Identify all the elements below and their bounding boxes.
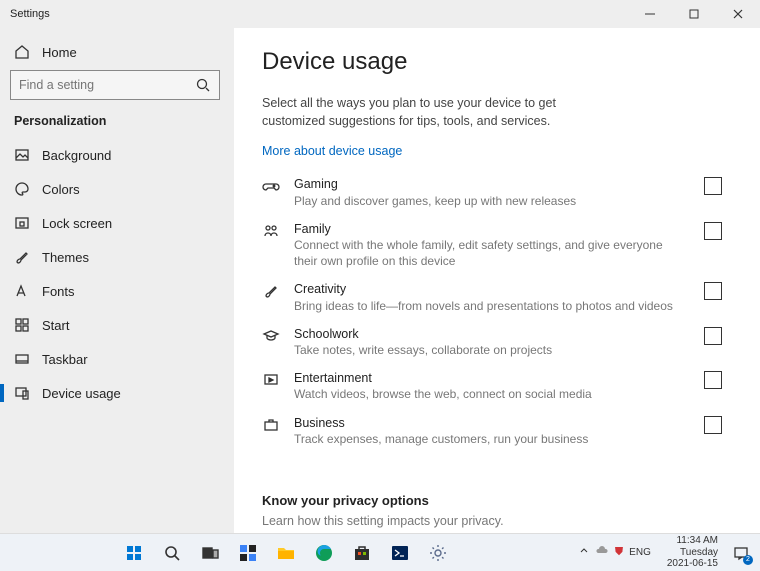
home-icon [14,44,30,60]
powershell-button[interactable] [383,538,417,568]
image-icon [14,147,30,163]
sidebar-item-label: Themes [42,250,89,265]
titlebar: Settings [0,0,760,28]
option-sub: Play and discover games, keep up with ne… [294,193,680,209]
option-business: BusinessTrack expenses, manage customers… [262,415,722,447]
sidebar-item-label: Background [42,148,111,163]
usage-options: GamingPlay and discover games, keep up w… [262,176,722,447]
font-icon [14,283,30,299]
sidebar-home-label: Home [42,45,77,60]
taskbar-clock[interactable]: 11:34 AM Tuesday 2021-06-15 [661,535,724,570]
option-sub: Bring ideas to life—from novels and pres… [294,298,680,314]
option-checkbox[interactable] [704,327,722,345]
onedrive-icon[interactable] [595,544,609,561]
window-title: Settings [10,8,628,20]
taskbar-icon [14,351,30,367]
sidebar-item-background[interactable]: Background [10,138,220,172]
taskbar-search-button[interactable] [155,538,189,568]
privacy-section: Know your privacy options Learn how this… [262,493,722,533]
option-title: Business [294,415,680,431]
notification-badge: 2 [743,555,753,565]
option-sub: Track expenses, manage customers, run yo… [294,431,680,447]
family-icon [262,222,280,240]
palette-icon [14,181,30,197]
sidebar-item-taskbar[interactable]: Taskbar [10,342,220,376]
option-title: Creativity [294,281,680,297]
option-checkbox[interactable] [704,416,722,434]
sidebar-item-label: Fonts [42,284,75,299]
task-view-button[interactable] [193,538,227,568]
option-title: Gaming [294,176,680,192]
lock-icon [14,215,30,231]
taskbar: ⛊ ENG 11:34 AM Tuesday 2021-06-15 2 [0,533,760,571]
privacy-description: Learn how this setting impacts your priv… [262,514,722,528]
settings-taskbar-button[interactable] [421,538,455,568]
search-input[interactable] [10,70,220,100]
sidebar-item-label: Start [42,318,69,333]
edge-button[interactable] [307,538,341,568]
option-family: FamilyConnect with the whole family, edi… [262,221,722,270]
sidebar-home[interactable]: Home [10,38,220,70]
clock-date: 2021-06-15 [667,558,718,570]
widgets-button[interactable] [231,538,265,568]
device-icon [14,385,30,401]
creativity-icon [262,282,280,300]
option-entertainment: EntertainmentWatch videos, browse the we… [262,370,722,402]
clock-time: 11:34 AM [667,535,718,547]
option-sub: Watch videos, browse the web, connect on… [294,386,680,402]
sidebar-item-label: Colors [42,182,80,197]
option-title: Schoolwork [294,326,680,342]
system-tray[interactable]: ⛊ ENG [573,544,657,561]
start-icon [14,317,30,333]
sidebar-section-title: Personalization [10,114,220,138]
option-checkbox[interactable] [704,222,722,240]
search-field[interactable] [19,78,195,92]
clock-day: Tuesday [667,547,718,559]
store-button[interactable] [345,538,379,568]
sidebar-item-device-usage[interactable]: Device usage [10,376,220,410]
entertainment-icon [262,371,280,389]
chevron-up-icon[interactable] [579,546,589,559]
option-checkbox[interactable] [704,282,722,300]
search-icon [195,77,211,93]
page-description: Select all the ways you plan to use your… [262,94,602,130]
sidebar-item-label: Device usage [42,386,121,401]
page-title: Device usage [262,48,722,76]
start-button[interactable] [117,538,151,568]
close-button[interactable] [716,0,760,28]
sidebar: Home Personalization Background Colors L [0,28,234,533]
brush-icon [14,249,30,265]
option-title: Family [294,221,680,237]
sidebar-item-colors[interactable]: Colors [10,172,220,206]
privacy-heading: Know your privacy options [262,493,722,508]
more-about-link[interactable]: More about device usage [262,144,722,158]
option-gaming: GamingPlay and discover games, keep up w… [262,176,722,208]
option-title: Entertainment [294,370,680,386]
sidebar-item-lock-screen[interactable]: Lock screen [10,206,220,240]
option-creativity: CreativityBring ideas to life—from novel… [262,281,722,313]
language-indicator[interactable]: ENG [629,547,651,558]
sidebar-item-label: Taskbar [42,352,88,367]
option-checkbox[interactable] [704,177,722,195]
minimize-button[interactable] [628,0,672,28]
business-icon [262,416,280,434]
sidebar-item-fonts[interactable]: Fonts [10,274,220,308]
security-icon[interactable]: ⛊ [615,546,623,559]
notification-center-button[interactable]: 2 [728,540,754,566]
maximize-button[interactable] [672,0,716,28]
option-schoolwork: SchoolworkTake notes, write essays, coll… [262,326,722,358]
sidebar-item-themes[interactable]: Themes [10,240,220,274]
option-sub: Take notes, write essays, collaborate on… [294,342,680,358]
option-checkbox[interactable] [704,371,722,389]
main-content: Device usage Select all the ways you pla… [234,28,760,533]
sidebar-item-label: Lock screen [42,216,112,231]
option-sub: Connect with the whole family, edit safe… [294,237,680,269]
gaming-icon [262,177,280,195]
schoolwork-icon [262,327,280,345]
file-explorer-button[interactable] [269,538,303,568]
sidebar-item-start[interactable]: Start [10,308,220,342]
